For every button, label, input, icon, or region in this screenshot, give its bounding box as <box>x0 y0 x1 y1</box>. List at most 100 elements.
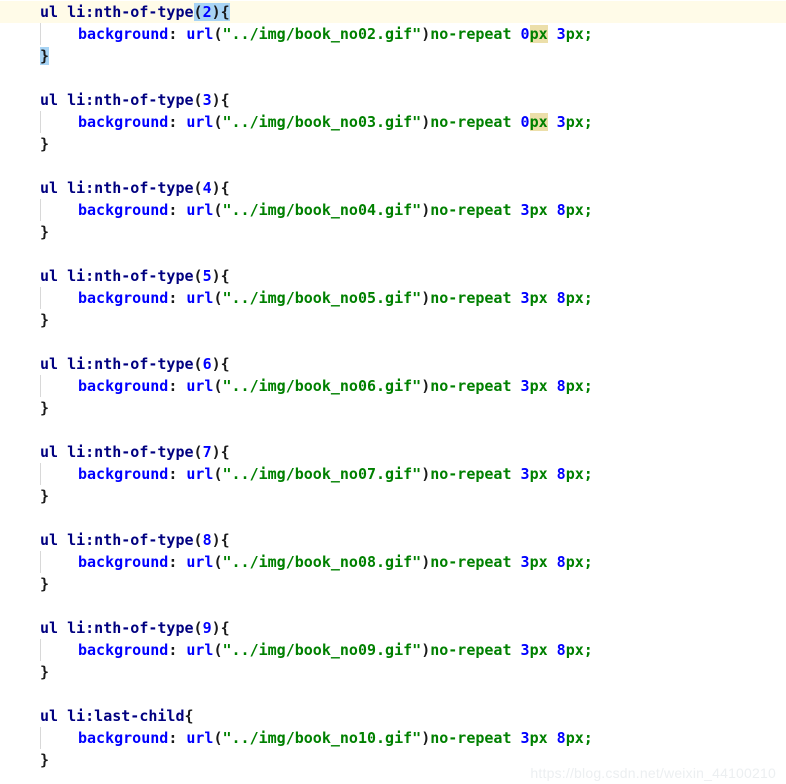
rule-1-selector-element: ul <box>40 91 59 109</box>
rule-5-property: background <box>78 465 169 483</box>
rule-1-paren-close: ) <box>211 91 221 109</box>
rule-8-url-value: "../img/book_no10.gif" <box>222 729 422 747</box>
code-line-close[interactable]: } <box>0 309 786 331</box>
code-line-declaration[interactable]: background: url("../img/book_no04.gif")n… <box>0 199 786 221</box>
rule-5-pos-x-number: 3 <box>520 465 530 483</box>
rule-3-repeat: no-repeat <box>430 289 512 307</box>
code-line-close[interactable]: } <box>0 485 786 507</box>
rule-4-pos-x-number: 3 <box>520 377 530 395</box>
code-line-declaration[interactable]: background: url("../img/book_no07.gif")n… <box>0 463 786 485</box>
code-line-close[interactable]: } <box>0 397 786 419</box>
rule-1-pos-y-unit: px <box>565 113 584 131</box>
rule-3-url-paren-open: ( <box>213 289 223 307</box>
rule-7-brace-close: } <box>40 663 50 681</box>
code-line-selector[interactable]: ul li:nth-of-type(4){ <box>0 177 786 199</box>
rule-0-paren-open: ( <box>193 3 203 21</box>
rule-1-pos-x-number: 0 <box>520 113 530 131</box>
code-line-blank[interactable] <box>0 683 786 705</box>
rule-1-colon: : <box>168 113 187 131</box>
rule-8-pos-y-number: 8 <box>556 729 566 747</box>
rule-3-brace-close: } <box>40 311 50 329</box>
rule-5-paren-close: ) <box>211 443 221 461</box>
rule-3-selector-arg: 5 <box>202 267 212 285</box>
code-editor[interactable]: ul li:nth-of-type(2){background: url("..… <box>0 0 786 784</box>
rule-3-pos-x-unit: px <box>529 289 548 307</box>
code-line-blank[interactable] <box>0 243 786 265</box>
rule-8-repeat: no-repeat <box>430 729 512 747</box>
rule-7-repeat: no-repeat <box>430 641 512 659</box>
code-line-blank[interactable] <box>0 595 786 617</box>
code-line-close[interactable]: } <box>0 573 786 595</box>
code-line-blank[interactable] <box>0 155 786 177</box>
rule-1-brace-close: } <box>40 135 50 153</box>
rule-6-semicolon: ; <box>583 553 593 571</box>
rule-0-selector-arg: 2 <box>202 3 212 21</box>
code-line-blank[interactable] <box>0 67 786 89</box>
code-line-selector[interactable]: ul li:nth-of-type(7){ <box>0 441 786 463</box>
rule-2-selector-arg: 4 <box>202 179 212 197</box>
rule-3-property: background <box>78 289 169 307</box>
code-line-declaration[interactable]: background: url("../img/book_no02.gif")n… <box>0 23 786 45</box>
rule-1-url-paren-open: ( <box>213 113 223 131</box>
code-line-declaration[interactable]: background: url("../img/book_no08.gif")n… <box>0 551 786 573</box>
rule-6-url-value: "../img/book_no08.gif" <box>222 553 422 571</box>
rule-0-selector-pseudo: li:nth-of-type <box>67 3 194 21</box>
code-line-close[interactable]: } <box>0 45 786 67</box>
rule-2-pos-y-number: 8 <box>556 201 566 219</box>
rule-0-repeat: no-repeat <box>430 25 512 43</box>
code-line-blank[interactable] <box>0 331 786 353</box>
rule-2-pos-y-unit: px <box>565 201 584 219</box>
rule-7-semicolon: ; <box>583 641 593 659</box>
code-line-close[interactable]: } <box>0 221 786 243</box>
rule-5-repeat: no-repeat <box>430 465 512 483</box>
rule-8-brace-close: } <box>40 751 50 769</box>
code-line-declaration[interactable]: background: url("../img/book_no10.gif")n… <box>0 727 786 749</box>
code-line-selector[interactable]: ul li:last-child{ <box>0 705 786 727</box>
rule-1-func-url: url <box>186 113 214 131</box>
rule-1-property: background <box>78 113 169 131</box>
rule-3-pos-y-unit: px <box>565 289 584 307</box>
code-line-declaration[interactable]: background: url("../img/book_no05.gif")n… <box>0 287 786 309</box>
rule-6-paren-open: ( <box>193 531 203 549</box>
rule-0-property: background <box>78 25 169 43</box>
code-line-selector[interactable]: ul li:nth-of-type(8){ <box>0 529 786 551</box>
code-line-selector[interactable]: ul li:nth-of-type(2){ <box>0 1 786 23</box>
rule-2-pos-x-unit: px <box>529 201 548 219</box>
rule-4-func-url: url <box>186 377 214 395</box>
rule-6-selector-element: ul <box>40 531 59 549</box>
code-line-close[interactable]: } <box>0 661 786 683</box>
code-line-blank[interactable] <box>0 419 786 441</box>
code-line-selector[interactable]: ul li:nth-of-type(6){ <box>0 353 786 375</box>
code-line-selector[interactable]: ul li:nth-of-type(5){ <box>0 265 786 287</box>
rule-3-func-url: url <box>186 289 214 307</box>
code-line-close[interactable]: } <box>0 133 786 155</box>
rule-5-pos-y-unit: px <box>565 465 584 483</box>
rule-7-url-value: "../img/book_no09.gif" <box>222 641 422 659</box>
code-content[interactable]: ul li:nth-of-type(2){background: url("..… <box>0 0 786 771</box>
rule-7-url-paren-open: ( <box>213 641 223 659</box>
rule-6-colon: : <box>168 553 187 571</box>
code-line-declaration[interactable]: background: url("../img/book_no06.gif")n… <box>0 375 786 397</box>
rule-6-url-paren-close: ) <box>421 553 431 571</box>
rule-5-brace-open: { <box>220 443 230 461</box>
rule-7-colon: : <box>168 641 187 659</box>
code-line-declaration[interactable]: background: url("../img/book_no09.gif")n… <box>0 639 786 661</box>
code-line-blank[interactable] <box>0 507 786 529</box>
code-line-selector[interactable]: ul li:nth-of-type(3){ <box>0 89 786 111</box>
rule-6-repeat: no-repeat <box>430 553 512 571</box>
rule-4-paren-close: ) <box>211 355 221 373</box>
indent-guide <box>40 287 41 309</box>
code-line-selector[interactable]: ul li:nth-of-type(9){ <box>0 617 786 639</box>
rule-8-selector-pseudo: li:last-child <box>67 707 185 725</box>
rule-8-pos-x-number: 3 <box>520 729 530 747</box>
rule-0-url-paren-close: ) <box>421 25 431 43</box>
rule-2-brace-open: { <box>220 179 230 197</box>
rule-6-selector-arg: 8 <box>202 531 212 549</box>
rule-8-url-paren-open: ( <box>213 729 223 747</box>
rule-6-paren-close: ) <box>211 531 221 549</box>
code-line-declaration[interactable]: background: url("../img/book_no03.gif")n… <box>0 111 786 133</box>
rule-1-pos-x-unit: px <box>529 113 548 131</box>
rule-1-url-paren-close: ) <box>421 113 431 131</box>
indent-guide <box>40 199 41 221</box>
rule-5-colon: : <box>168 465 187 483</box>
